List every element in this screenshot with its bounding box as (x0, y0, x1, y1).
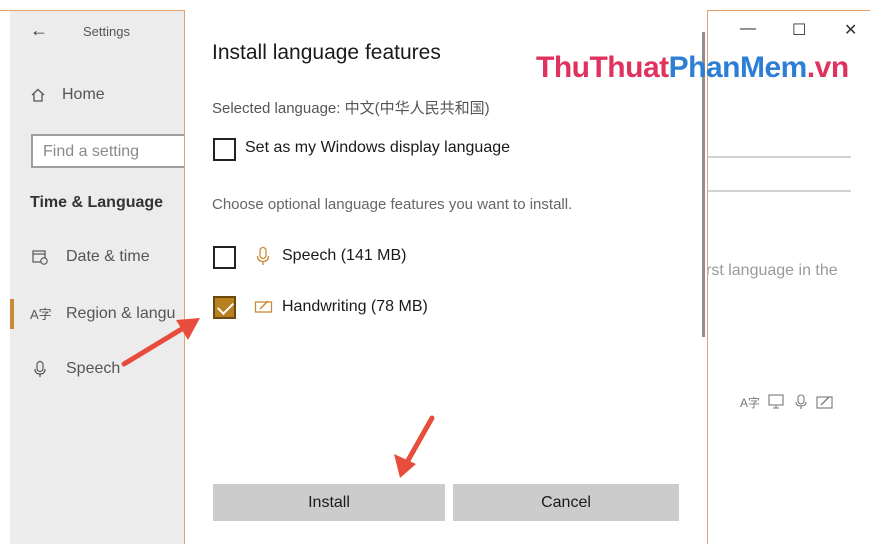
annotation-arrow-to-install (394, 415, 435, 478)
divider (708, 156, 851, 158)
display-language-checkbox[interactable] (213, 138, 236, 161)
maximize-icon[interactable]: ☐ (792, 20, 806, 40)
nav-home[interactable]: Home (30, 86, 105, 104)
watermark-part-3: .vn (806, 51, 849, 84)
dialog-title: Install language features (212, 41, 441, 64)
microphone-icon (795, 394, 807, 409)
nav-date-time[interactable]: Date & time (30, 248, 150, 266)
section-title: Time & Language (30, 194, 164, 211)
home-icon (31, 88, 45, 102)
app-title: Settings (83, 24, 130, 39)
language-feature-icons: A字 (740, 394, 834, 411)
annotation-arrow-to-handwriting (121, 318, 200, 367)
back-arrow-icon[interactable]: ← (30, 20, 48, 41)
active-indicator (10, 299, 14, 329)
calendar-clock-icon (32, 250, 48, 265)
pen-icon (816, 396, 833, 409)
divider (708, 190, 851, 192)
watermark-part-2: PhanMem (668, 51, 808, 84)
watermark-part-1: ThuThuat (536, 51, 669, 84)
language-icon: A字 (740, 396, 761, 410)
cancel-button[interactable]: Cancel (453, 484, 679, 521)
install-button[interactable]: Install (213, 484, 445, 521)
display-icon (768, 394, 784, 409)
nav-speech-label: Speech (66, 360, 121, 377)
speech-feature-label[interactable]: Speech (141 MB) (282, 247, 407, 265)
speech-feature-checkbox[interactable] (213, 246, 236, 269)
watermark-logo: ThuThuatPhanMem.vn (536, 51, 849, 85)
language-icon: A字 (30, 307, 52, 322)
choose-features-text: Choose optional language features you wa… (212, 196, 573, 213)
nav-speech[interactable]: Speech (30, 360, 120, 378)
handwriting-feature-label[interactable]: Handwriting (78 MB) (282, 298, 428, 316)
nav-home-label: Home (62, 86, 105, 103)
background-text: rst language in the (706, 262, 838, 279)
search-placeholder: Find a setting (43, 143, 140, 160)
search-input[interactable]: Find a setting (31, 134, 196, 168)
close-icon[interactable]: ✕ (844, 20, 857, 40)
selected-language-text: Selected language: 中文(中华人民共和国) (212, 100, 490, 117)
handwriting-feature-checkbox[interactable] (213, 296, 236, 319)
microphone-icon (34, 360, 46, 377)
minimize-icon[interactable]: — (740, 20, 756, 38)
pen-icon (254, 300, 273, 313)
screen: ← Settings Home Find a setting Time & La… (0, 0, 870, 544)
nav-date-time-label: Date & time (66, 248, 150, 265)
microphone-icon (256, 246, 270, 265)
display-language-label[interactable]: Set as my Windows display language (245, 139, 510, 157)
install-language-features-dialog: Install language features Selected langu… (184, 10, 708, 544)
